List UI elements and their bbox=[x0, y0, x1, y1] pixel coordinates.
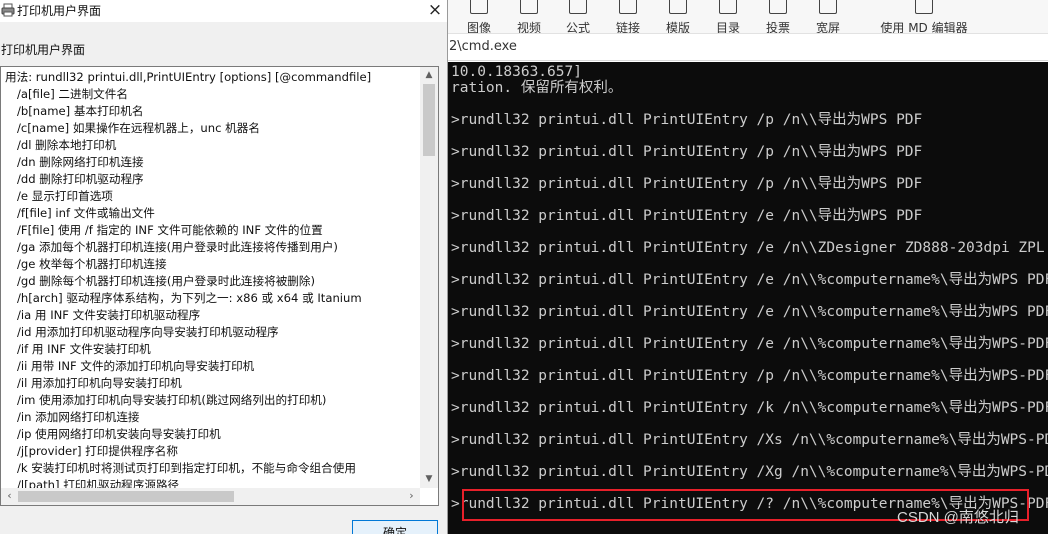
console-line: >rundll32 printui.dll PrintUIEntry /e /n… bbox=[451, 208, 923, 224]
toolbar-button-template[interactable]: 模版 bbox=[653, 0, 703, 34]
ok-button[interactable]: 确定 bbox=[352, 520, 438, 534]
horizontal-scrollbar[interactable]: ‹ › bbox=[1, 488, 420, 505]
video-icon bbox=[520, 0, 538, 14]
toolbar-button-label: 链接 bbox=[615, 21, 640, 34]
toolbar-button-label: 宽屏 bbox=[815, 21, 840, 34]
console-line: >rundll32 printui.dll PrintUIEntry /Xs /… bbox=[451, 432, 1048, 448]
console-line: >rundll32 printui.dll PrintUIEntry /Xg /… bbox=[451, 464, 1048, 480]
formula-icon bbox=[569, 0, 587, 14]
toolbar-button-vote[interactable]: 投票 bbox=[753, 0, 803, 34]
scroll-up-arrow-icon[interactable]: ▲ bbox=[420, 67, 438, 84]
dialog-title: 打印机用户界面 bbox=[17, 4, 102, 18]
console-line: ration. 保留所有权利。 bbox=[451, 80, 623, 96]
usage-option-line: /id 用添加打印机驱动程序向导安装打印机驱动程序 bbox=[17, 325, 279, 339]
csdn-watermark: CSDN @南悠北归 bbox=[897, 509, 1019, 526]
usage-option-line: /ii 用带 INF 文件的添加打印机向导安装打印机 bbox=[17, 359, 255, 373]
console-line: >rundll32 printui.dll PrintUIEntry /e /n… bbox=[451, 336, 1048, 352]
dialog-heading: 打印机用户界面 bbox=[1, 43, 86, 57]
usage-option-line: /ga 添加每个机器打印机连接(用户登录时此连接将传播到用户) bbox=[17, 240, 338, 254]
toolbar-button-label: 图像 bbox=[466, 21, 491, 34]
toolbar-button-label: 视频 bbox=[516, 21, 541, 34]
toolbar-button-md-editor[interactable]: 使用 MD 编辑器 bbox=[874, 0, 974, 34]
toolbar-button-video[interactable]: 视频 bbox=[504, 0, 554, 34]
cmd-console-output[interactable]: 10.0.18363.657] ration. 保留所有权利。 >rundll32 … bbox=[447, 62, 1048, 534]
usage-option-line: /a[file] 二进制文件名 bbox=[17, 87, 128, 101]
toolbar-button-image[interactable]: 图像 bbox=[454, 0, 504, 34]
usage-option-line: /if 用 INF 文件安装打印机 bbox=[17, 342, 151, 356]
usage-option-line: /e 显示打印首选项 bbox=[17, 189, 113, 203]
printui-dialog: 打印机用户界面 × 打印机用户界面 用法: rundll32 printui.d… bbox=[0, 0, 448, 534]
usage-option-line: /c[name] 如果操作在远程机器上，unc 机器名 bbox=[17, 121, 260, 135]
scroll-down-arrow-icon[interactable]: ▼ bbox=[420, 471, 438, 488]
usage-lines: 用法: rundll32 printui.dll,PrintUIEntry [o… bbox=[5, 69, 421, 494]
usage-syntax-line: 用法: rundll32 printui.dll,PrintUIEntry [o… bbox=[5, 70, 372, 84]
image-icon bbox=[470, 0, 488, 14]
usage-option-line: /h[arch] 驱动程序体系结构，为下列之一: x86 或 x64 或 Ita… bbox=[17, 291, 362, 305]
dialog-titlebar[interactable]: 打印机用户界面 × bbox=[0, 0, 447, 22]
usage-option-line: /f[file] inf 文件或输出文件 bbox=[17, 206, 155, 220]
console-line: >rundll32 printui.dll PrintUIEntry /e /n… bbox=[451, 304, 1048, 320]
console-line: >rundll32 printui.dll PrintUIEntry /e /n… bbox=[451, 272, 1048, 288]
usage-option-line: /j[provider] 打印提供程序名称 bbox=[17, 444, 178, 458]
cmd-window-titlebar: 2\cmd.exe bbox=[447, 35, 1048, 61]
usage-option-line: /dn 删除网络打印机连接 bbox=[17, 155, 144, 169]
toc-icon bbox=[719, 0, 737, 14]
toolbar-button-formula[interactable]: 公式 bbox=[553, 0, 603, 34]
vertical-scrollbar[interactable]: ▲ ▼ bbox=[420, 67, 438, 488]
usage-option-line: /dl 删除本地打印机 bbox=[17, 138, 117, 152]
console-line: >rundll32 printui.dll PrintUIEntry /e /n… bbox=[451, 240, 1045, 256]
usage-option-line: /im 使用添加打印机向导安装打印机(跳过网络列出的打印机) bbox=[17, 393, 327, 407]
horizontal-scroll-thumb[interactable] bbox=[18, 491, 234, 502]
usage-option-line: /gd 删除每个机器打印机连接(用户登录时此连接将被删除) bbox=[17, 274, 316, 288]
template-icon bbox=[669, 0, 687, 14]
close-button[interactable]: × bbox=[424, 0, 446, 22]
console-line: >rundll32 printui.dll PrintUIEntry /p /n… bbox=[451, 144, 923, 160]
usage-text-box[interactable]: 用法: rundll32 printui.dll,PrintUIEntry [o… bbox=[0, 66, 439, 506]
usage-option-line: /k 安装打印机时将测试页打印到指定打印机，不能与命令组合使用 bbox=[17, 461, 356, 475]
usage-option-line: /ia 用 INF 文件安装打印机驱动程序 bbox=[17, 308, 201, 322]
usage-option-line: /b[name] 基本打印机名 bbox=[17, 104, 144, 118]
usage-option-line: /il 用添加打印机向导安装打印机 bbox=[17, 376, 182, 390]
console-line: >rundll32 printui.dll PrintUIEntry /k /n… bbox=[451, 400, 1048, 416]
vertical-scroll-thumb[interactable] bbox=[423, 84, 435, 156]
usage-option-line: /ge 枚举每个机器打印机连接 bbox=[17, 257, 167, 271]
usage-option-line: /dd 删除打印机驱动程序 bbox=[17, 172, 144, 186]
toolbar-button-label: 目录 bbox=[715, 21, 740, 34]
md-editor-icon bbox=[915, 0, 933, 14]
console-line: >rundll32 printui.dll PrintUIEntry /p /n… bbox=[451, 368, 1048, 384]
console-line: >rundll32 printui.dll PrintUIEntry /p /n… bbox=[451, 112, 923, 128]
usage-option-line: /ip 使用网络打印机安装向导安装打印机 bbox=[17, 427, 221, 441]
toolbar-button-label: 使用 MD 编辑器 bbox=[880, 21, 968, 34]
toolbar-button-label: 模版 bbox=[665, 21, 690, 34]
toolbar-button-label: 投票 bbox=[765, 21, 790, 34]
scroll-left-arrow-icon[interactable]: ‹ bbox=[1, 488, 18, 505]
printer-icon bbox=[1, 3, 15, 17]
toolbar-button-link[interactable]: 链接 bbox=[603, 0, 653, 34]
toolbar-button-toc[interactable]: 目录 bbox=[703, 0, 753, 34]
scroll-right-arrow-icon[interactable]: › bbox=[403, 488, 420, 505]
link-icon bbox=[619, 0, 637, 14]
cmd-window-title: 2\cmd.exe bbox=[449, 39, 517, 54]
widescreen-icon bbox=[819, 0, 837, 14]
toolbar-button-widescreen[interactable]: 宽屏 bbox=[803, 0, 853, 34]
vote-icon bbox=[769, 0, 787, 14]
usage-option-line: /in 添加网络打印机连接 bbox=[17, 410, 140, 424]
toolbar-button-label: 公式 bbox=[565, 21, 590, 34]
usage-option-line: /F[file] 使用 /f 指定的 INF 文件可能依赖的 INF 文件的位置 bbox=[17, 223, 323, 237]
console-line: >rundll32 printui.dll PrintUIEntry /p /n… bbox=[451, 176, 923, 192]
editor-toolbar: 图像 视频 公式 链接 模版 目录 投票 宽屏 使用 MD 编辑器 bbox=[447, 0, 1048, 34]
